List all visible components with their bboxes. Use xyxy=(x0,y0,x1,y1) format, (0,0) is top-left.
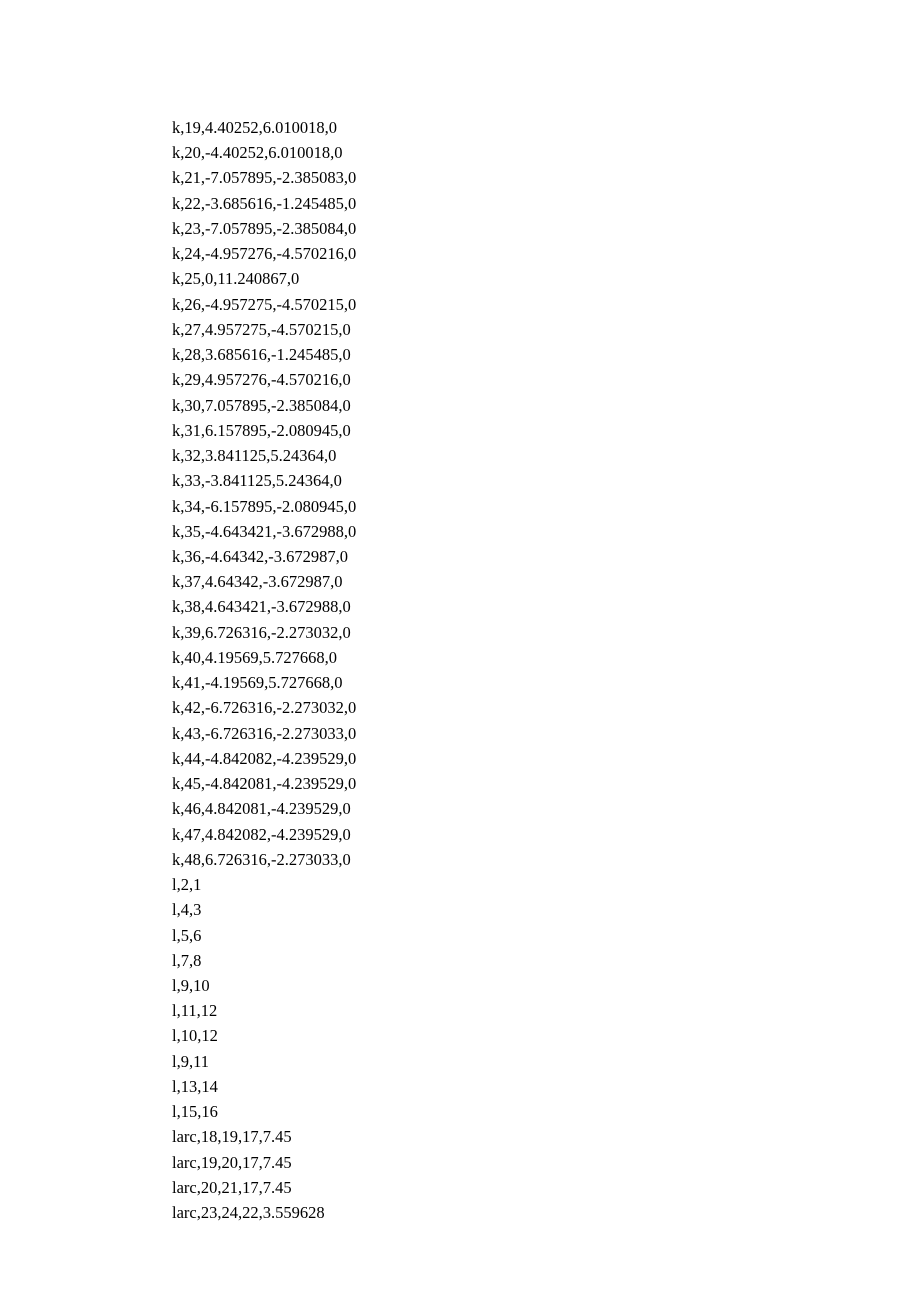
text-line: l,10,12 xyxy=(172,1023,920,1048)
text-line: k,36,-4.64342,-3.672987,0 xyxy=(172,544,920,569)
text-line: k,31,6.157895,-2.080945,0 xyxy=(172,418,920,443)
text-line: k,44,-4.842082,-4.239529,0 xyxy=(172,746,920,771)
text-line: l,4,3 xyxy=(172,897,920,922)
text-line: k,23,-7.057895,-2.385084,0 xyxy=(172,216,920,241)
text-line: k,47,4.842082,-4.239529,0 xyxy=(172,822,920,847)
text-line: l,15,16 xyxy=(172,1099,920,1124)
text-line: l,2,1 xyxy=(172,872,920,897)
document-page: k,19,4.40252,6.010018,0k,20,-4.40252,6.0… xyxy=(0,0,920,1302)
text-line: k,32,3.841125,5.24364,0 xyxy=(172,443,920,468)
text-line: k,25,0,11.240867,0 xyxy=(172,266,920,291)
text-line: l,9,10 xyxy=(172,973,920,998)
text-line: k,27,4.957275,-4.570215,0 xyxy=(172,317,920,342)
text-line: k,21,-7.057895,-2.385083,0 xyxy=(172,165,920,190)
text-line: k,42,-6.726316,-2.273032,0 xyxy=(172,695,920,720)
text-line: k,45,-4.842081,-4.239529,0 xyxy=(172,771,920,796)
text-line: k,43,-6.726316,-2.273033,0 xyxy=(172,721,920,746)
text-line: larc,18,19,17,7.45 xyxy=(172,1124,920,1149)
text-line: k,28,3.685616,-1.245485,0 xyxy=(172,342,920,367)
text-line: l,5,6 xyxy=(172,923,920,948)
text-content: k,19,4.40252,6.010018,0k,20,-4.40252,6.0… xyxy=(172,115,920,1225)
text-line: k,35,-4.643421,-3.672988,0 xyxy=(172,519,920,544)
text-line: larc,23,24,22,3.559628 xyxy=(172,1200,920,1225)
text-line: k,41,-4.19569,5.727668,0 xyxy=(172,670,920,695)
text-line: k,29,4.957276,-4.570216,0 xyxy=(172,367,920,392)
text-line: k,20,-4.40252,6.010018,0 xyxy=(172,140,920,165)
text-line: larc,19,20,17,7.45 xyxy=(172,1150,920,1175)
text-line: k,37,4.64342,-3.672987,0 xyxy=(172,569,920,594)
text-line: k,38,4.643421,-3.672988,0 xyxy=(172,594,920,619)
text-line: k,22,-3.685616,-1.245485,0 xyxy=(172,191,920,216)
text-line: k,39,6.726316,-2.273032,0 xyxy=(172,620,920,645)
text-line: k,48,6.726316,-2.273033,0 xyxy=(172,847,920,872)
text-line: l,13,14 xyxy=(172,1074,920,1099)
text-line: l,11,12 xyxy=(172,998,920,1023)
text-line: l,9,11 xyxy=(172,1049,920,1074)
text-line: k,33,-3.841125,5.24364,0 xyxy=(172,468,920,493)
text-line: k,46,4.842081,-4.239529,0 xyxy=(172,796,920,821)
text-line: k,30,7.057895,-2.385084,0 xyxy=(172,393,920,418)
text-line: k,24,-4.957276,-4.570216,0 xyxy=(172,241,920,266)
text-line: larc,20,21,17,7.45 xyxy=(172,1175,920,1200)
text-line: l,7,8 xyxy=(172,948,920,973)
text-line: k,26,-4.957275,-4.570215,0 xyxy=(172,292,920,317)
text-line: k,40,4.19569,5.727668,0 xyxy=(172,645,920,670)
text-line: k,19,4.40252,6.010018,0 xyxy=(172,115,920,140)
text-line: k,34,-6.157895,-2.080945,0 xyxy=(172,494,920,519)
